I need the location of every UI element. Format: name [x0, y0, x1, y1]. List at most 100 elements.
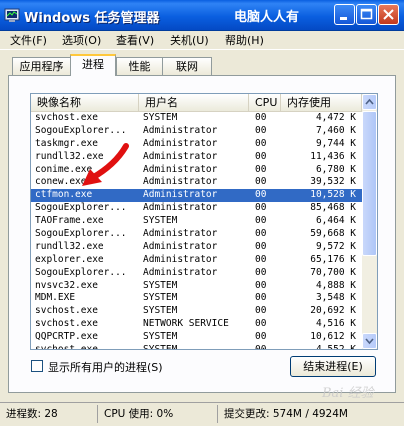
tab-applications[interactable]: 应用程序	[12, 57, 71, 75]
taskmgr-icon	[4, 8, 20, 22]
process-user: NETWORK SERVICE	[143, 318, 229, 330]
table-row[interactable]: svchost.exe NETWORK SERVICE 00 4,516 K	[31, 318, 362, 331]
red-arrow-icon	[82, 143, 129, 186]
table-row[interactable]: TAOFrame.exe SYSTEM 00 6,464 K	[31, 215, 362, 228]
process-name: SogouExplorer...	[35, 228, 127, 240]
column-header-user[interactable]: 用户名	[139, 94, 249, 111]
process-cpu: 00	[255, 318, 267, 330]
process-user: SYSTEM	[143, 344, 178, 350]
process-cpu: 00	[255, 253, 267, 265]
tab-networking[interactable]: 联网	[162, 57, 212, 75]
tab-performance[interactable]: 性能	[116, 57, 163, 75]
table-row[interactable]: svchost.exe SYSTEM 00 20,692 K	[31, 305, 362, 318]
process-name: svchost.exe	[35, 344, 98, 350]
process-user: Administrator	[143, 176, 218, 188]
process-name: svchost.exe	[35, 112, 98, 123]
process-name: MDM.EXE	[35, 292, 76, 304]
column-header-cpu[interactable]: CPU	[249, 94, 281, 111]
menu-shutdown[interactable]: 关机(U)	[170, 32, 209, 48]
arrow-down-icon	[365, 338, 374, 345]
table-row[interactable]: SogouExplorer... Administrator 00 7,460 K	[31, 125, 362, 138]
process-cpu: 00	[255, 305, 267, 317]
process-user: Administrator	[143, 253, 218, 265]
table-row[interactable]: MDM.EXE SYSTEM 00 3,548 K	[31, 292, 362, 305]
show-all-users-label[interactable]: 显示所有用户的进程(S)	[48, 359, 163, 375]
minimize-icon	[340, 17, 347, 20]
table-row[interactable]: rundll32.exe Administrator 00 9,572 K	[31, 241, 362, 254]
table-row[interactable]: nvsvc32.exe SYSTEM 00 4,888 K	[31, 280, 362, 293]
process-memory: 4,472 K	[315, 112, 356, 123]
process-cpu: 00	[255, 112, 267, 123]
scroll-up-button[interactable]	[362, 94, 377, 110]
process-name: SogouExplorer...	[35, 202, 127, 214]
status-process-count: 进程数: 28	[2, 405, 98, 423]
scroll-down-button[interactable]	[362, 333, 377, 349]
title-bar: Windows 任务管理器 电脑人人有	[0, 0, 404, 31]
end-process-button[interactable]: 结束进程(E)	[290, 356, 376, 377]
process-user: Administrator	[143, 137, 218, 149]
menu-file[interactable]: 文件(F)	[10, 32, 47, 48]
process-memory: 3,548 K	[315, 292, 356, 304]
process-cpu: 00	[255, 124, 267, 136]
process-user: SYSTEM	[143, 112, 178, 123]
process-user: SYSTEM	[143, 215, 178, 227]
table-row[interactable]: QQPCRTP.exe SYSTEM 00 10,612 K	[31, 331, 362, 344]
process-memory: 59,668 K	[310, 228, 356, 240]
menu-bar: 文件(F) 选项(O) 查看(V) 关机(U) 帮助(H)	[0, 30, 404, 50]
table-row[interactable]: SogouExplorer... Administrator 00 70,700 K	[31, 267, 362, 280]
scroll-thumb[interactable]	[362, 111, 377, 256]
process-memory: 9,572 K	[315, 240, 356, 252]
table-row[interactable]: svchost.exe SYSTEM 00 4,472 K	[31, 112, 362, 125]
process-memory: 4,516 K	[315, 318, 356, 330]
process-cpu: 00	[255, 331, 267, 343]
process-cpu: 00	[255, 202, 267, 214]
vertical-scrollbar[interactable]	[362, 94, 377, 349]
process-name: svchost.exe	[35, 318, 98, 330]
watermark: Bai 经验	[322, 386, 374, 401]
status-cpu-usage: CPU 使用: 0%	[100, 405, 218, 423]
process-memory: 9,744 K	[315, 137, 356, 149]
menu-view[interactable]: 查看(V)	[116, 32, 154, 48]
menu-options[interactable]: 选项(O)	[62, 32, 101, 48]
table-row[interactable]: SogouExplorer... Administrator 00 85,468 K	[31, 202, 362, 215]
table-row[interactable]: ctfmon.exe Administrator 00 10,528 K	[31, 189, 362, 203]
process-user: SYSTEM	[143, 331, 178, 343]
process-cpu: 00	[255, 279, 267, 291]
maximize-icon	[360, 8, 373, 20]
process-memory: 11,436 K	[310, 150, 356, 162]
process-name: QQPCRTP.exe	[35, 331, 98, 343]
process-name: rundll32.exe	[35, 240, 104, 252]
show-all-users-checkbox[interactable]	[31, 360, 43, 372]
process-name: TAOFrame.exe	[35, 215, 104, 227]
process-memory: 10,612 K	[310, 331, 356, 343]
process-name: svchost.exe	[35, 305, 98, 317]
menu-help[interactable]: 帮助(H)	[225, 32, 264, 48]
process-list[interactable]: 映像名称 用户名 CPU 内存使用 svchost.exe SYSTEM 00 4,4…	[30, 93, 378, 350]
process-memory: 20,692 K	[310, 305, 356, 317]
process-user: SYSTEM	[143, 279, 178, 291]
process-user: Administrator	[143, 240, 218, 252]
tab-processes[interactable]: 进程	[70, 54, 116, 76]
table-row[interactable]: svchost.exe SYSTEM 00 4,552 K	[31, 344, 362, 350]
process-cpu: 00	[255, 189, 267, 201]
process-user: Administrator	[143, 150, 218, 162]
process-cpu: 00	[255, 266, 267, 278]
table-row[interactable]: explorer.exe Administrator 00 65,176 K	[31, 254, 362, 267]
process-name: SogouExplorer...	[35, 266, 127, 278]
process-cpu: 00	[255, 163, 267, 175]
column-header-memory[interactable]: 内存使用	[281, 94, 362, 111]
process-cpu: 00	[255, 150, 267, 162]
process-memory: 65,176 K	[310, 253, 356, 265]
table-row[interactable]: SogouExplorer... Administrator 00 59,668 K	[31, 228, 362, 241]
window-title: Windows 任务管理器	[24, 11, 160, 26]
process-memory: 6,780 K	[315, 163, 356, 175]
minimize-button[interactable]	[334, 4, 355, 25]
maximize-button[interactable]	[356, 4, 377, 25]
process-user: Administrator	[143, 124, 218, 136]
close-button[interactable]	[378, 4, 399, 25]
column-header-name[interactable]: 映像名称	[31, 94, 139, 111]
process-memory: 70,700 K	[310, 266, 356, 278]
process-user: Administrator	[143, 266, 218, 278]
process-memory: 7,460 K	[315, 124, 356, 136]
process-memory: 10,528 K	[310, 189, 356, 201]
